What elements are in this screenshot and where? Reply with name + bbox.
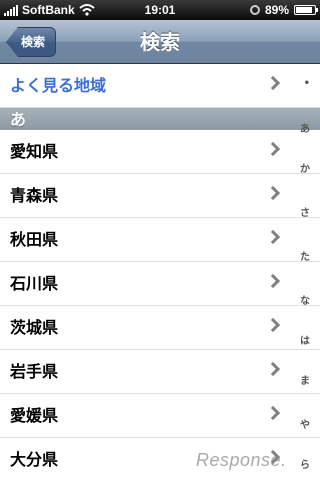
battery-percent: 89% xyxy=(264,3,289,17)
list-item-frequent-regions[interactable]: よく見る地域 xyxy=(0,64,320,108)
chevron-right-icon xyxy=(265,405,281,421)
orientation-lock-icon xyxy=(249,5,260,15)
chevron-right-icon xyxy=(265,75,281,91)
status-right: 89% xyxy=(249,3,318,17)
chevron-right-icon xyxy=(265,273,281,289)
list-item-label: 青森県 xyxy=(10,186,59,205)
chevron-right-icon xyxy=(265,361,281,377)
chevron-right-icon xyxy=(265,141,281,157)
list-item-label: 愛知県 xyxy=(10,142,59,161)
list-item-label: 茨城県 xyxy=(10,318,59,337)
section-index[interactable]: • あ か さ た な は ま や ら xyxy=(292,64,320,480)
chevron-right-icon xyxy=(265,185,281,201)
list-item[interactable]: 愛知県 xyxy=(0,130,320,174)
index-item[interactable]: • xyxy=(304,78,310,89)
section-header: あ xyxy=(0,108,320,130)
list-item[interactable]: 石川県 xyxy=(0,262,320,306)
chevron-right-icon xyxy=(265,317,281,333)
list-item-label: 愛媛県 xyxy=(10,406,59,425)
list-item[interactable]: 茨城県 xyxy=(0,306,320,350)
index-item[interactable]: あ xyxy=(300,120,310,135)
list-item-label: 秋田県 xyxy=(10,230,59,249)
list-item-label: よく見る地域 xyxy=(10,76,107,95)
index-item[interactable]: や xyxy=(300,416,310,431)
list-item[interactable]: 秋田県 xyxy=(0,218,320,262)
watermark-logo: Response. xyxy=(196,450,287,470)
index-item[interactable]: さ xyxy=(300,204,310,219)
battery-icon xyxy=(294,5,318,15)
list-item[interactable]: 愛媛県 xyxy=(0,394,320,438)
index-item[interactable]: た xyxy=(300,248,310,263)
list-item-label: 大分県 xyxy=(10,450,59,469)
list-item[interactable]: 岩手県 xyxy=(0,350,320,394)
index-item[interactable]: は xyxy=(300,332,310,347)
chevron-right-icon xyxy=(265,229,281,245)
list-item[interactable]: 青森県 xyxy=(0,174,320,218)
index-item[interactable]: ら xyxy=(300,456,310,471)
status-bar: SoftBank 19:01 89% xyxy=(0,0,320,20)
region-list: よく見る地域 あ 愛知県 青森県 秋田県 石川県 茨城県 岩手県 愛媛県 大分県 xyxy=(0,64,320,480)
index-item[interactable]: ま xyxy=(300,372,310,387)
list-item-label: 石川県 xyxy=(10,274,59,293)
index-item[interactable]: か xyxy=(300,160,310,175)
page-title: 検索 xyxy=(140,30,180,54)
navigation-bar: 検索 検索 xyxy=(0,20,320,64)
index-item[interactable]: な xyxy=(300,292,310,307)
list-item-label: 岩手県 xyxy=(10,362,59,381)
